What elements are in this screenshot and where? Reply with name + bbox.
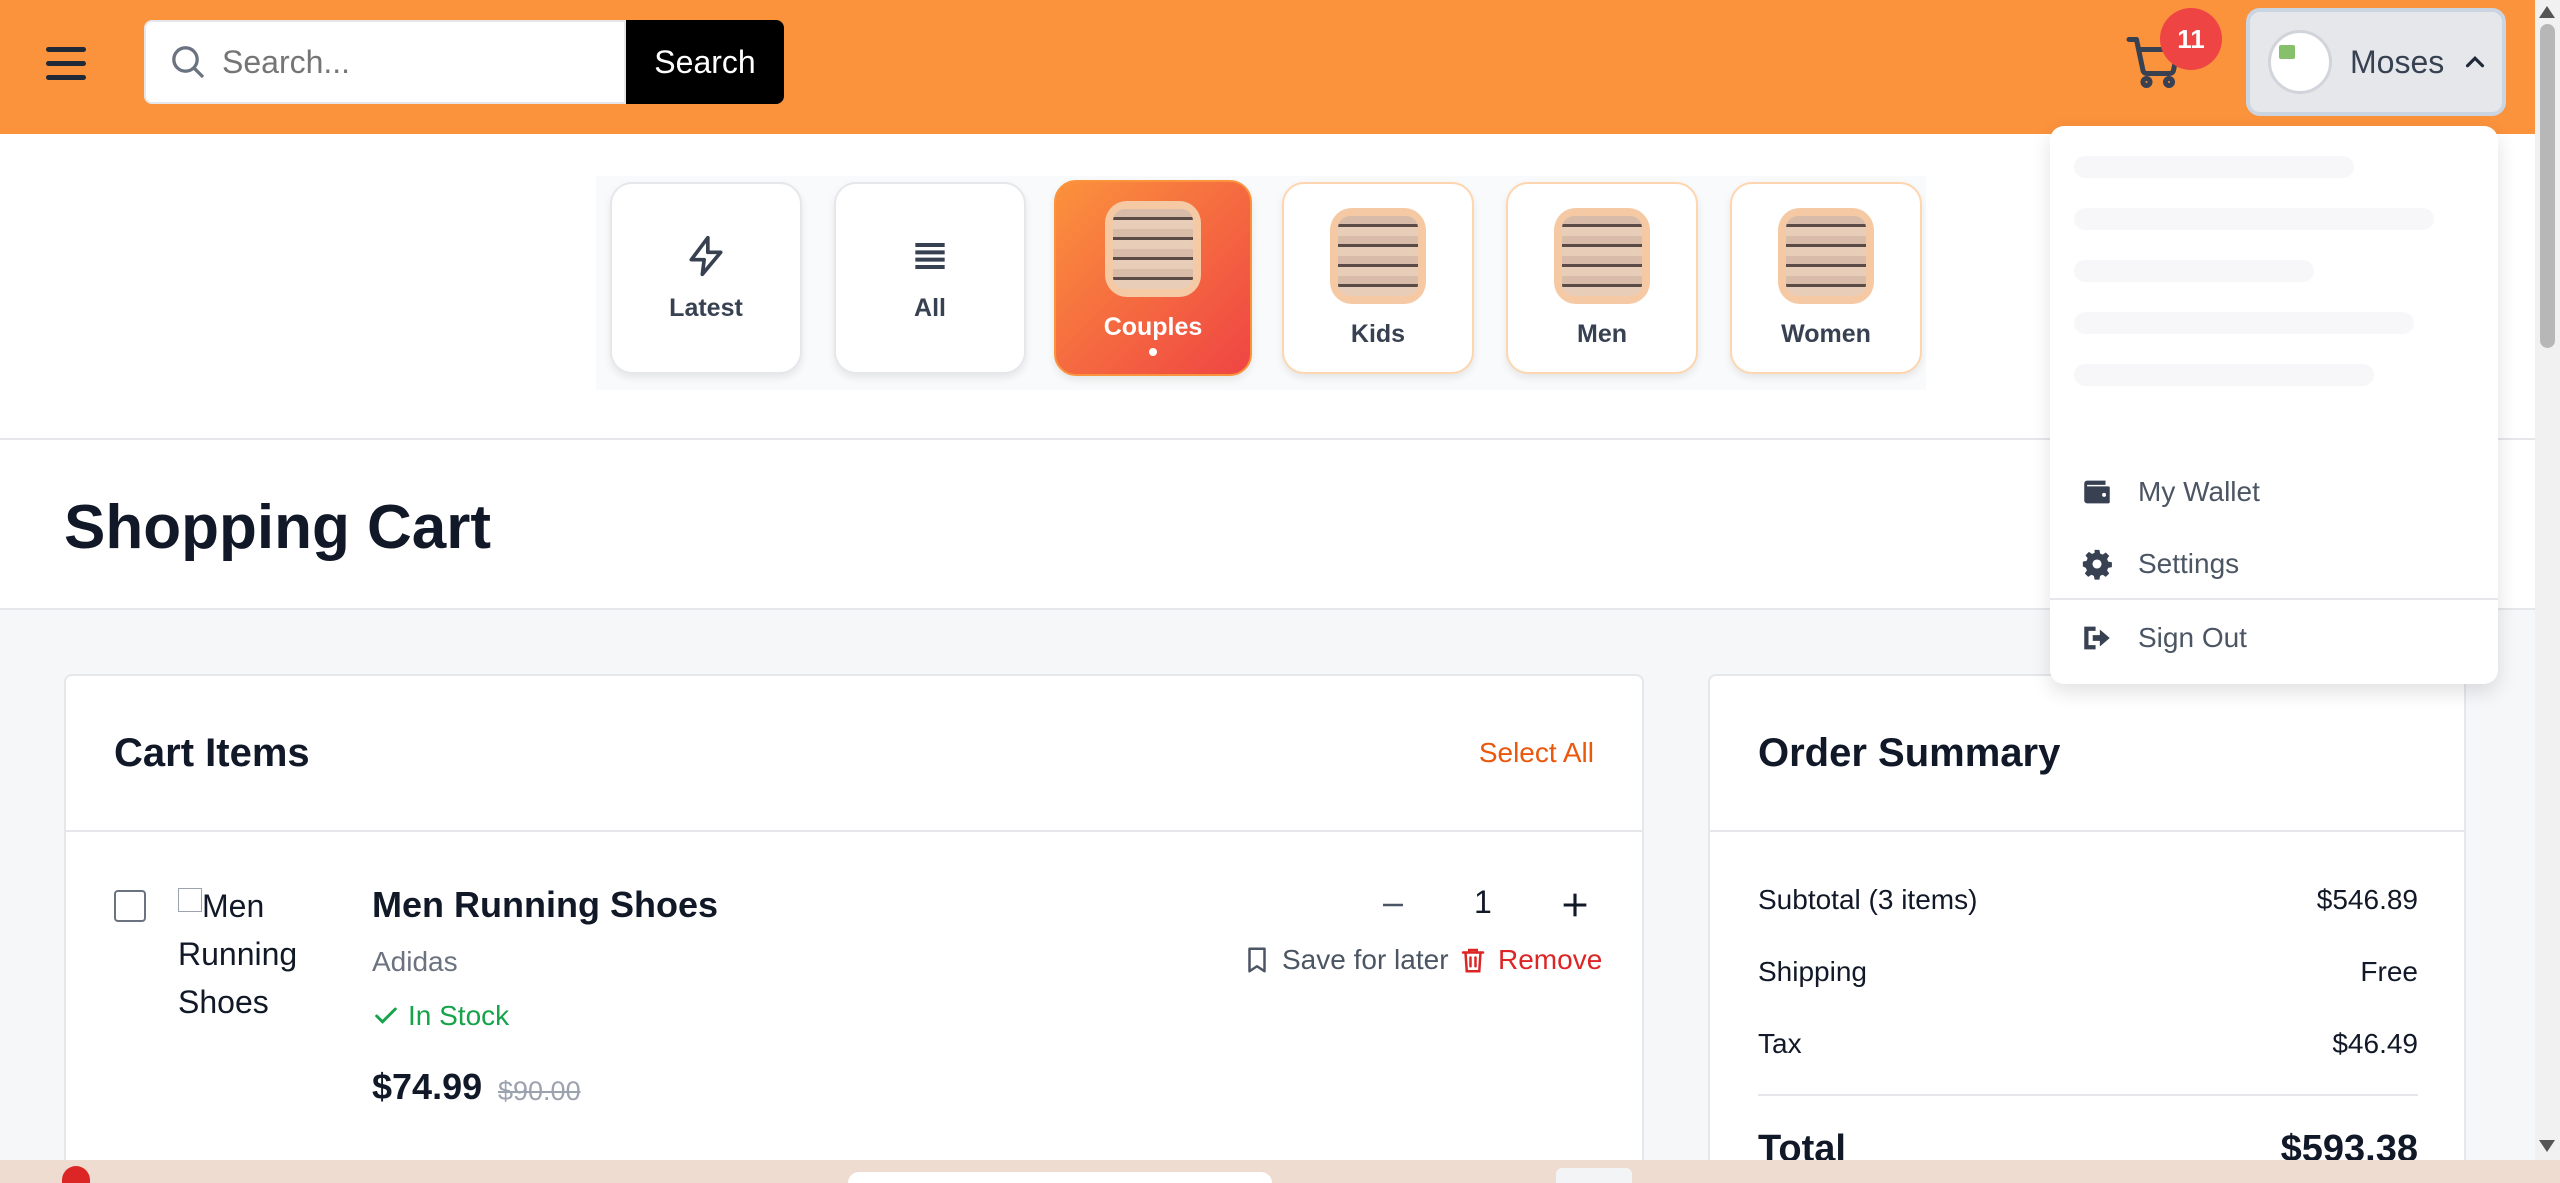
check-icon bbox=[375, 1007, 397, 1024]
page-title: Shopping Cart bbox=[64, 493, 492, 562]
subtotal-value: $546.89 bbox=[2316, 884, 2418, 915]
avatar bbox=[2268, 30, 2332, 94]
list-icon bbox=[915, 242, 945, 269]
item-name[interactable]: Men Running Shoes bbox=[372, 884, 718, 926]
taskbar-search-pill[interactable] bbox=[848, 1172, 1272, 1183]
tax-value: $46.49 bbox=[2332, 1028, 2418, 1059]
remove-button[interactable]: Remove bbox=[1458, 944, 1602, 976]
order-summary-card: Order Summary Subtotal (3 items) $546.89… bbox=[1708, 674, 2466, 1183]
top-header: Search 11 Moses bbox=[0, 0, 2535, 134]
order-summary-header: Order Summary bbox=[1710, 676, 2464, 832]
bookmark-icon bbox=[1248, 947, 1266, 973]
menu-item-label: My Wallet bbox=[2138, 476, 2260, 507]
search-input[interactable] bbox=[222, 43, 602, 81]
shipping-value: Free bbox=[2360, 956, 2418, 987]
item-brand: Adidas bbox=[372, 946, 458, 977]
menu-divider bbox=[2050, 598, 2498, 600]
tax-row: Tax $46.49 bbox=[1758, 1028, 2418, 1060]
category-couples[interactable]: Couples bbox=[1054, 180, 1252, 376]
user-dropdown-menu: My Wallet Settings Sign Out bbox=[2050, 126, 2498, 684]
decrease-quantity-icon[interactable] bbox=[1378, 890, 1408, 920]
cart-items-card: Cart Items Select All Men Running Shoes … bbox=[64, 674, 1644, 1183]
search-field-container bbox=[144, 20, 626, 104]
lightning-icon bbox=[689, 235, 723, 276]
category-men[interactable]: Men bbox=[1506, 182, 1698, 374]
category-kids[interactable]: Kids bbox=[1282, 182, 1474, 374]
wallet-icon bbox=[2084, 480, 2110, 504]
dropdown-loading-placeholder bbox=[2074, 156, 2474, 446]
tax-label: Tax bbox=[1758, 1028, 1802, 1059]
select-all-link[interactable]: Select All bbox=[1479, 737, 1594, 769]
order-summary-title: Order Summary bbox=[1758, 730, 2061, 775]
search-bar: Search bbox=[144, 20, 784, 104]
chevron-up-icon bbox=[2466, 56, 2485, 68]
category-latest[interactable]: Latest bbox=[610, 182, 802, 374]
taskbar-app-icon[interactable] bbox=[1556, 1168, 1632, 1183]
cart-items-header: Cart Items Select All bbox=[66, 676, 1642, 832]
category-image bbox=[1554, 207, 1650, 304]
category-image bbox=[1105, 200, 1201, 297]
active-indicator bbox=[1149, 347, 1157, 356]
hamburger-menu-icon[interactable] bbox=[46, 38, 96, 88]
item-original-price: $90.00 bbox=[498, 1076, 581, 1106]
item-price: $74.99 bbox=[372, 1066, 483, 1107]
cart-items-title: Cart Items bbox=[114, 730, 310, 775]
category-all[interactable]: All bbox=[834, 182, 1026, 374]
page-scrollbar[interactable] bbox=[2535, 0, 2560, 1160]
scroll-down-arrow-icon[interactable] bbox=[2539, 1140, 2555, 1152]
increase-quantity-icon[interactable] bbox=[1558, 888, 1592, 922]
save-for-later-button[interactable]: Save for later bbox=[1242, 944, 1449, 976]
remove-label: Remove bbox=[1498, 944, 1603, 975]
menu-item-label: Sign Out bbox=[2138, 622, 2247, 653]
category-label: Couples bbox=[1103, 312, 1203, 341]
sign-out-icon bbox=[2084, 626, 2110, 650]
category-label: Women bbox=[1781, 319, 1871, 348]
item-checkbox[interactable] bbox=[114, 890, 146, 922]
user-name: Moses bbox=[2350, 43, 2445, 80]
shipping-row: Shipping Free bbox=[1758, 956, 2418, 988]
menu-item-label: Settings bbox=[2138, 548, 2240, 579]
item-image[interactable]: Men Running Shoes bbox=[178, 882, 328, 1026]
category-label: Men bbox=[1577, 319, 1627, 348]
category-label: Latest bbox=[669, 293, 743, 322]
gear-icon bbox=[2082, 549, 2112, 580]
category-label: All bbox=[914, 293, 946, 322]
scrollbar-thumb[interactable] bbox=[2540, 24, 2555, 348]
quantity-value: 1 bbox=[1474, 884, 1492, 920]
trash-icon bbox=[1461, 948, 1485, 973]
cart-count-badge: 11 bbox=[2160, 8, 2222, 70]
shipping-label: Shipping bbox=[1758, 956, 1867, 987]
broken-image-icon bbox=[178, 888, 202, 912]
cart-item-row: Men Running Shoes Men Running Shoes Adid… bbox=[66, 832, 1642, 1152]
summary-divider bbox=[1758, 1094, 2418, 1096]
category-women[interactable]: Women bbox=[1730, 182, 1922, 374]
menu-item-settings[interactable]: Settings bbox=[2080, 534, 2470, 594]
category-label: Kids bbox=[1350, 319, 1406, 348]
menu-item-sign-out[interactable]: Sign Out bbox=[2080, 608, 2470, 668]
stock-label: In Stock bbox=[408, 1000, 510, 1031]
menu-item-my-wallet[interactable]: My Wallet bbox=[2080, 462, 2470, 522]
user-menu-button[interactable]: Moses bbox=[2246, 8, 2506, 116]
bottom-taskbar-strip bbox=[0, 1160, 2560, 1183]
search-icon bbox=[172, 46, 205, 79]
category-image bbox=[1330, 207, 1426, 304]
scroll-up-arrow-icon[interactable] bbox=[2539, 6, 2555, 18]
stock-status: In Stock bbox=[372, 1000, 509, 1032]
subtotal-row: Subtotal (3 items) $546.89 bbox=[1758, 884, 2418, 916]
save-for-later-label: Save for later bbox=[1282, 944, 1449, 975]
search-button[interactable]: Search bbox=[626, 20, 784, 104]
subtotal-label: Subtotal (3 items) bbox=[1758, 884, 1978, 915]
category-image bbox=[1778, 207, 1874, 304]
